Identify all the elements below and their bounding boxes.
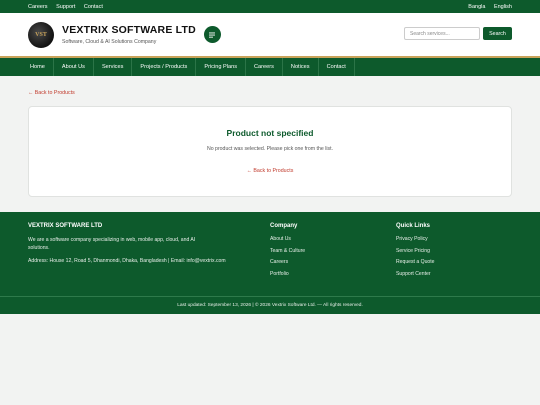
back-to-products-link[interactable]: ← Back to Products bbox=[28, 90, 75, 96]
footer-quick-links-title: Quick Links bbox=[396, 223, 431, 229]
footer-address: Address: House 12, Road 5, Dhanmondi, Dh… bbox=[28, 258, 226, 264]
grid-menu-icon-glyph bbox=[209, 32, 216, 38]
top-link-careers[interactable]: Careers bbox=[28, 4, 48, 10]
nav-item-home[interactable]: Home bbox=[22, 58, 54, 76]
top-link-support[interactable]: Support bbox=[56, 4, 75, 10]
top-link-contact[interactable]: Contact bbox=[84, 4, 103, 10]
brand-name[interactable]: VEXTRIX SOFTWARE LTD bbox=[62, 24, 196, 36]
nav-item-about-us[interactable]: About Us bbox=[54, 58, 94, 76]
search-form: Search bbox=[404, 27, 512, 40]
card-message: No product was selected. Please pick one… bbox=[206, 146, 333, 152]
logo-text: VST bbox=[35, 31, 47, 38]
nav-item-projects-products[interactable]: Projects / Products bbox=[132, 58, 197, 76]
footer-about-title: VEXTRIX SOFTWARE LTD bbox=[28, 223, 103, 229]
footer-bottom-bar: Last updated: September 13, 2026 | © 202… bbox=[0, 296, 540, 314]
footer-copyright: Last updated: September 13, 2026 | © 202… bbox=[177, 303, 363, 308]
nav-item-careers[interactable]: Careers bbox=[246, 58, 283, 76]
footer-about-description: We are a software company specializing i… bbox=[28, 237, 196, 251]
brand-block: VEXTRIX SOFTWARE LTD Software, Cloud & A… bbox=[62, 24, 196, 45]
footer-link-request-quote[interactable]: Request a Quote bbox=[396, 259, 512, 265]
brand-tagline: Software, Cloud & AI Solutions Company bbox=[62, 39, 157, 45]
footer-link-about-us[interactable]: About Us bbox=[270, 236, 396, 242]
footer-link-service-pricing[interactable]: Service Pricing bbox=[396, 248, 512, 254]
footer-company: Company About Us Team & Culture Careers … bbox=[270, 223, 396, 296]
company-logo[interactable]: VST bbox=[28, 21, 54, 48]
product-not-found-card: Product not specified No product was sel… bbox=[28, 106, 512, 197]
card-title: Product not specified bbox=[226, 128, 314, 138]
nav-item-contact[interactable]: Contact bbox=[319, 58, 355, 76]
main-content: ← Back to Products Product not specified… bbox=[0, 76, 540, 197]
search-input[interactable] bbox=[404, 27, 480, 40]
footer-columns: VEXTRIX SOFTWARE LTD We are a software c… bbox=[0, 212, 540, 296]
footer-about: VEXTRIX SOFTWARE LTD We are a software c… bbox=[28, 223, 270, 296]
nav-item-pricing-plans[interactable]: Pricing Plans bbox=[196, 58, 246, 76]
footer-company-title: Company bbox=[270, 223, 298, 229]
footer-quick-links: Quick Links Privacy Policy Service Prici… bbox=[396, 223, 512, 296]
search-button[interactable]: Search bbox=[483, 27, 512, 40]
top-links: Careers Support Contact bbox=[28, 4, 110, 10]
footer-link-privacy-policy[interactable]: Privacy Policy bbox=[396, 236, 512, 242]
top-utility-bar: Careers Support Contact Bangla English bbox=[0, 0, 540, 13]
site-header: VST VEXTRIX SOFTWARE LTD Software, Cloud… bbox=[0, 13, 540, 56]
grid-menu-icon[interactable] bbox=[203, 26, 221, 43]
card-back-to-products-link[interactable]: ← Back to Products bbox=[247, 168, 294, 174]
nav-item-services[interactable]: Services bbox=[94, 58, 133, 76]
footer-link-team-culture[interactable]: Team & Culture bbox=[270, 248, 396, 254]
lang-english[interactable]: English bbox=[494, 4, 512, 10]
language-switcher: Bangla English bbox=[468, 4, 512, 10]
site-footer: VEXTRIX SOFTWARE LTD We are a software c… bbox=[0, 212, 540, 314]
footer-link-portfolio[interactable]: Portfolio bbox=[270, 271, 396, 277]
footer-link-support-center[interactable]: Support Center bbox=[396, 271, 512, 277]
main-navigation: Home About Us Services Projects / Produc… bbox=[0, 58, 540, 76]
lang-bangla[interactable]: Bangla bbox=[468, 4, 485, 10]
footer-link-careers[interactable]: Careers bbox=[270, 259, 396, 265]
nav-item-notices[interactable]: Notices bbox=[283, 58, 319, 76]
